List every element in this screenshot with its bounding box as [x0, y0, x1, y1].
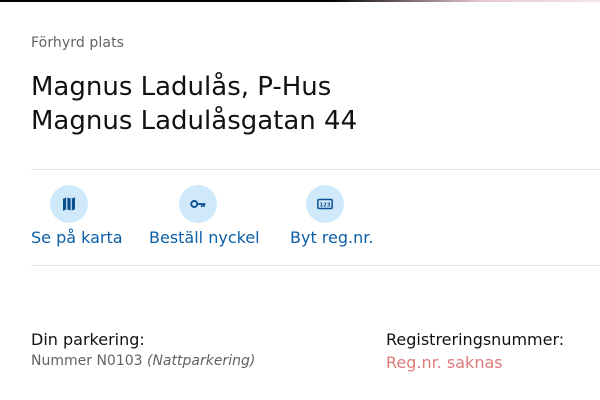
registration-missing-value: Reg.nr. saknas — [386, 353, 503, 372]
parking-value: Nummer N0103 (Nattparkering) — [31, 353, 255, 369]
order-key-button[interactable]: Beställ nyckel — [149, 185, 267, 255]
change-reg-button[interactable]: 123 Byt reg.nr. — [290, 185, 380, 255]
page-title: Magnus Ladulås, P-Hus Magnus Ladulåsgata… — [31, 70, 357, 138]
divider-top — [31, 169, 600, 170]
parking-label: Din parkering: — [31, 330, 145, 349]
title-line-2: Magnus Ladulåsgatan 44 — [31, 106, 358, 136]
key-icon-circle — [179, 185, 217, 223]
parking-type: (Nattparkering) — [147, 353, 256, 369]
svg-text:123: 123 — [320, 202, 331, 208]
section-kicker: Förhyrd plats — [31, 35, 125, 51]
parking-info: Din parkering: Nummer N0103 (Nattparkeri… — [31, 330, 255, 369]
change-reg-label: Byt reg.nr. — [290, 228, 374, 247]
map-icon — [63, 197, 75, 211]
action-row: Se på karta Beställ nyckel 123 Byt reg.n… — [31, 185, 551, 255]
registration-info: Registreringsnummer: Reg.nr. saknas — [386, 330, 564, 372]
rented-spot-page: Förhyrd plats Magnus Ladulås, P-Hus Magn… — [31, 0, 600, 400]
view-map-button[interactable]: Se på karta — [31, 185, 126, 255]
title-line-1: Magnus Ladulås, P-Hus — [31, 72, 332, 102]
order-key-label: Beställ nyckel — [149, 228, 260, 247]
parking-number: Nummer N0103 — [31, 353, 143, 369]
map-icon-circle — [50, 185, 88, 223]
key-icon — [190, 200, 206, 208]
view-map-label: Se på karta — [31, 228, 123, 247]
plate-icon-circle: 123 — [306, 185, 344, 223]
license-plate-icon: 123 — [317, 198, 333, 210]
registration-label: Registreringsnummer: — [386, 330, 565, 349]
divider-bottom — [31, 265, 600, 266]
